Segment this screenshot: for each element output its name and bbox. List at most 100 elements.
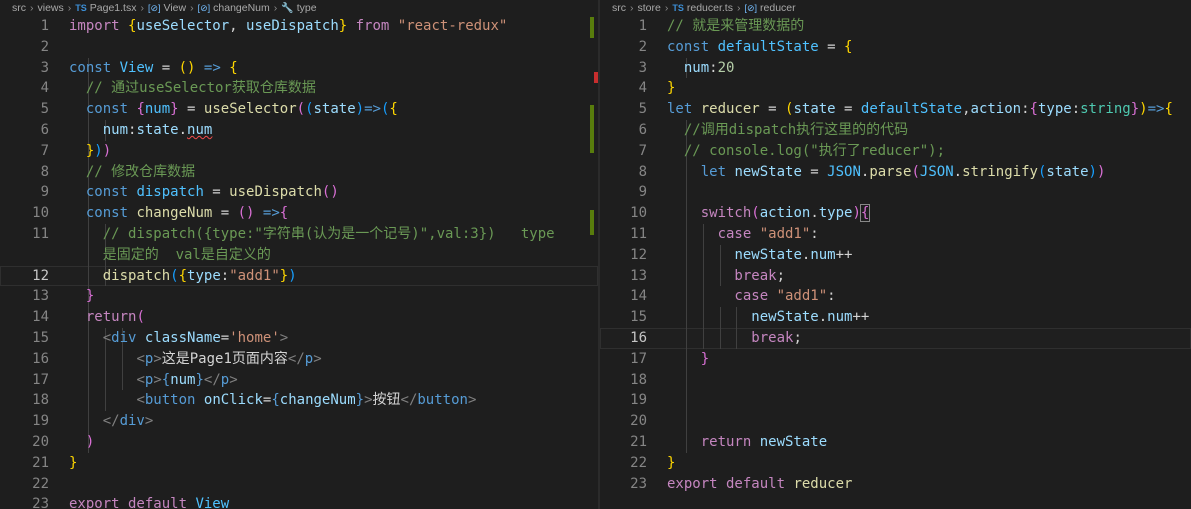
code-token: ( [751, 205, 760, 222]
line-number: 14 [630, 288, 647, 305]
code-line[interactable]: 22} [600, 453, 1191, 474]
breadcrumb: src › store › TS reducer.ts › [⊘] reducer [600, 0, 1191, 16]
breadcrumb-folder[interactable]: src [12, 2, 26, 14]
code-line[interactable]: 1 // 就是来管理数据的 [600, 16, 1191, 37]
breadcrumb-symbol[interactable]: [⊘] changeNum [198, 2, 270, 14]
line-number: 21 [32, 454, 49, 471]
code-line[interactable]: 7 })) [0, 140, 598, 162]
code-token: } [355, 392, 365, 409]
code-token: const [667, 38, 718, 55]
code-line[interactable]: 21} [0, 453, 598, 474]
breadcrumb-file[interactable]: TS reducer.ts [672, 2, 733, 14]
code-token: ) [94, 142, 103, 159]
code-token: = [835, 101, 861, 118]
left-editor-pane[interactable]: src › views › TS Page1.tsx › [⊘] View › [⊘] changeN… [0, 0, 598, 509]
code-area[interactable]: 1// 就是来管理数据的 2 const defaultState = {3 num… [600, 16, 1191, 494]
code-line[interactable]: 13 } [0, 286, 598, 308]
breadcrumb-symbol[interactable]: [⊘] View [148, 2, 186, 14]
code-line[interactable]: 8 // 修改仓库数据 [0, 161, 598, 183]
code-line[interactable]: 10 const changeNum = () =>{ [0, 203, 598, 224]
code-line[interactable]: 16 break; [600, 327, 1191, 349]
code-line[interactable]: 11 case "add1": [600, 223, 1191, 245]
line-number: 4 [638, 80, 647, 97]
code-token: 按钮 [372, 392, 401, 409]
code-line[interactable]: 5 const {num} = useSelector((state)=>({ [0, 99, 598, 120]
breadcrumb-symbol[interactable]: 🔧 type [281, 2, 316, 14]
line-text: <p>{num}</p> [69, 370, 237, 391]
code-line[interactable]: 14 return( [0, 307, 598, 328]
code-token: : [709, 59, 718, 76]
code-line[interactable]: 2 [0, 37, 598, 58]
code-line[interactable]: 是固定的 val是自定义的 [0, 244, 598, 266]
code-line[interactable]: 6 num:state.num [0, 119, 598, 141]
code-line[interactable]: 6 //调用dispatch执行这里的的代码 [600, 119, 1191, 141]
code-line[interactable]: 12 newState.num++ [600, 244, 1191, 266]
code-token: : [827, 288, 836, 305]
code-token: num [170, 371, 196, 388]
code-line[interactable]: 9 const dispatch = useDispatch() [0, 182, 598, 204]
breadcrumb-folder[interactable]: views [38, 2, 64, 14]
typescript-file-icon: TS [672, 3, 684, 13]
code-token: > [153, 350, 162, 367]
code-line[interactable]: 17 } [600, 348, 1191, 370]
breadcrumb-folder[interactable]: store [638, 2, 661, 14]
code-line[interactable]: 23 export default View [0, 494, 598, 509]
code-line[interactable]: 10 switch(action.type){ [600, 203, 1191, 224]
code-line[interactable]: 22 [0, 474, 598, 495]
code-line[interactable]: 20 ) [0, 431, 598, 453]
code-token: ( [136, 309, 145, 326]
breadcrumb-file[interactable]: TS Page1.tsx [75, 2, 136, 14]
code-token: defaultState [717, 38, 819, 55]
code-token: div [119, 413, 145, 430]
code-line[interactable]: 9 [600, 182, 1191, 204]
code-line[interactable]: 15 newState.num++ [600, 307, 1191, 328]
code-line[interactable]: 18 <button onClick={changeNum}>按钮</butto… [0, 390, 598, 412]
breadcrumb-folder[interactable]: src [612, 2, 626, 14]
line-number: 20 [630, 413, 647, 430]
code-line[interactable]: 7 // console.log("执行了reducer"); [600, 140, 1191, 162]
line-text: } [69, 286, 94, 307]
code-token: } [279, 267, 289, 284]
code-token: JSON [919, 163, 954, 180]
code-line[interactable]: 20 [600, 411, 1191, 432]
code-token: { [161, 371, 171, 388]
code-line[interactable]: 5 let reducer = (state = defaultState,act… [600, 99, 1191, 120]
code-line[interactable]: 16 <p>这是Page1页面内容</p> [0, 348, 598, 370]
code-line[interactable]: 19 </div> [0, 411, 598, 432]
code-token: = [801, 163, 828, 180]
code-line[interactable]: 4 // 通过useSelector获取仓库数据 [0, 78, 598, 100]
code-line[interactable]: 12 dispatch({type:"add1"}) [0, 265, 598, 287]
code-line[interactable]: 21 return newState [600, 431, 1191, 453]
code-token: num [187, 121, 213, 138]
code-line[interactable]: 17 <p>{num}</p> [0, 369, 598, 391]
code-token: ) [1096, 163, 1106, 180]
code-line[interactable]: 3 num:20 [600, 57, 1191, 79]
code-line[interactable]: 19 [600, 390, 1191, 412]
breadcrumb-label: store [637, 2, 661, 14]
code-line[interactable]: 8 let newState = JSON.parse(JSON.stringi… [600, 161, 1191, 183]
code-token: } [667, 80, 676, 97]
code-line[interactable]: 4} [600, 78, 1191, 99]
code-area[interactable]: 1 import {useSelector, useDispatch} from … [0, 16, 598, 509]
code-line[interactable]: 14 case "add1": [600, 286, 1191, 308]
code-line[interactable]: 3 const View = () => { [0, 57, 598, 79]
code-line[interactable]: 1 import {useSelector, useDispatch} from … [0, 16, 598, 37]
line-text: //调用dispatch执行这里的的代码 [667, 120, 908, 141]
code-line[interactable]: 23 export default reducer [600, 474, 1191, 495]
code-token: . [953, 163, 963, 180]
line-number: 11 [630, 225, 647, 242]
line-number: 10 [630, 205, 647, 222]
right-editor-pane[interactable]: src › store › TS reducer.ts › [⊘] reducer 1// 就是… [600, 0, 1191, 509]
code-token: > [313, 350, 322, 367]
code-line[interactable]: 11 // dispatch({type:"字符串(认为是一个记号)",val:… [0, 223, 598, 245]
code-line[interactable]: 2 const defaultState = { [600, 37, 1191, 58]
code-line[interactable]: 15 <div className='home'> [0, 327, 598, 349]
code-token: return [667, 433, 760, 450]
chevron-right-icon: › [67, 2, 72, 14]
code-line[interactable]: 13 break; [600, 265, 1191, 287]
code-line[interactable]: 18 [600, 369, 1191, 391]
breadcrumb-symbol[interactable]: [⊘] reducer [744, 2, 795, 14]
code-token: </ [400, 392, 418, 409]
code-token: < [136, 350, 145, 367]
code-token: div [111, 329, 137, 346]
